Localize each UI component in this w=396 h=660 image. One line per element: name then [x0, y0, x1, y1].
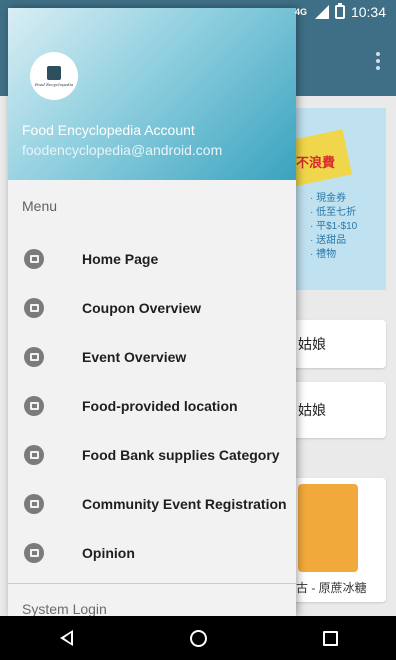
menu-item-label: Home Page: [82, 250, 159, 267]
app-logo-icon: [47, 65, 61, 80]
truck-icon: [24, 395, 44, 416]
menu-item-coupon-overview[interactable]: Coupon Overview: [8, 283, 296, 332]
banner-headline: 不浪費: [296, 155, 336, 170]
cart-icon: [24, 444, 44, 465]
menu-divider: [8, 583, 296, 584]
menu-item-label: Food Bank supplies Category: [82, 446, 280, 463]
product-card[interactable]: 古 - 原蔗冰糖: [290, 478, 386, 602]
recents-button[interactable]: [300, 616, 360, 660]
navigation-drawer: Food Encyclopedia Food Encyclopedia Acco…: [8, 8, 296, 616]
product-caption: 古 - 原蔗冰糖: [296, 581, 367, 595]
back-button[interactable]: [36, 616, 96, 660]
coupon-icon: [24, 297, 44, 318]
product-image: [298, 484, 358, 572]
banner-list-item: · 低至七折: [310, 207, 357, 218]
status-bar: 4G 10:34: [0, 0, 396, 24]
menu-item-label: Food-provided location: [82, 397, 238, 414]
background-card-1[interactable]: 姑娘: [290, 320, 386, 368]
document-icon: [24, 346, 44, 367]
logo-text: Food Encyclopedia: [34, 81, 74, 87]
promo-banner[interactable]: 不浪費 · 現金券 · 低至七折 · 平$1-$10 · 送甜品 · 禮物: [288, 108, 386, 290]
menu-heading: Menu: [22, 198, 58, 214]
banner-list-item: · 禮物: [310, 249, 337, 260]
overflow-menu-icon[interactable]: [376, 52, 380, 70]
recents-icon: [322, 630, 338, 646]
menu-item-label: Community Event Registration: [82, 495, 287, 512]
back-icon: [59, 630, 73, 646]
banner-list-item: · 送甜品: [310, 235, 347, 246]
menu-item-home-page[interactable]: Home Page: [8, 234, 296, 283]
signal-icon: [313, 5, 329, 19]
card-label: 姑娘: [298, 402, 326, 418]
card-label: 姑娘: [298, 336, 326, 352]
menu-item-opinion[interactable]: Opinion: [8, 528, 296, 577]
menu-item-label: Opinion: [82, 544, 135, 561]
menu-item-food-provided-location[interactable]: Food-provided location: [8, 381, 296, 430]
battery-icon: [334, 3, 345, 19]
clock: 10:34: [350, 4, 386, 20]
home-button[interactable]: [168, 616, 228, 660]
menu-item-community-event-registration[interactable]: Community Event Registration: [8, 479, 296, 528]
menu-item-food-bank-supplies[interactable]: Food Bank supplies Category: [8, 430, 296, 479]
home-icon: [189, 629, 207, 647]
banner-list-item: · 現金券: [310, 193, 347, 204]
menu-item-event-overview[interactable]: Event Overview: [8, 332, 296, 381]
banner-list-item: · 平$1-$10: [310, 221, 358, 232]
account-email: foodencyclopedia@android.com: [22, 142, 223, 158]
menu-item-label: Coupon Overview: [82, 299, 202, 316]
store-icon: [24, 248, 44, 269]
account-name: Food Encyclopedia Account: [22, 122, 195, 138]
menu-item-label: Event Overview: [82, 348, 187, 365]
account-avatar[interactable]: Food Encyclopedia: [30, 52, 78, 100]
menu-list: Home Page Coupon Overview Event Overview…: [8, 234, 296, 577]
drawer-header: Food Encyclopedia Food Encyclopedia Acco…: [8, 8, 296, 180]
search-icon: [24, 542, 44, 563]
menu-item-system-login[interactable]: System Login: [22, 601, 107, 616]
background-card-2[interactable]: 姑娘: [290, 382, 386, 438]
banner-list: · 現金券 · 低至七折 · 平$1-$10 · 送甜品 · 禮物: [310, 192, 357, 262]
system-navigation-bar: [0, 616, 396, 660]
edit-icon: [24, 493, 44, 514]
network-type-label: 4G: [294, 7, 307, 17]
